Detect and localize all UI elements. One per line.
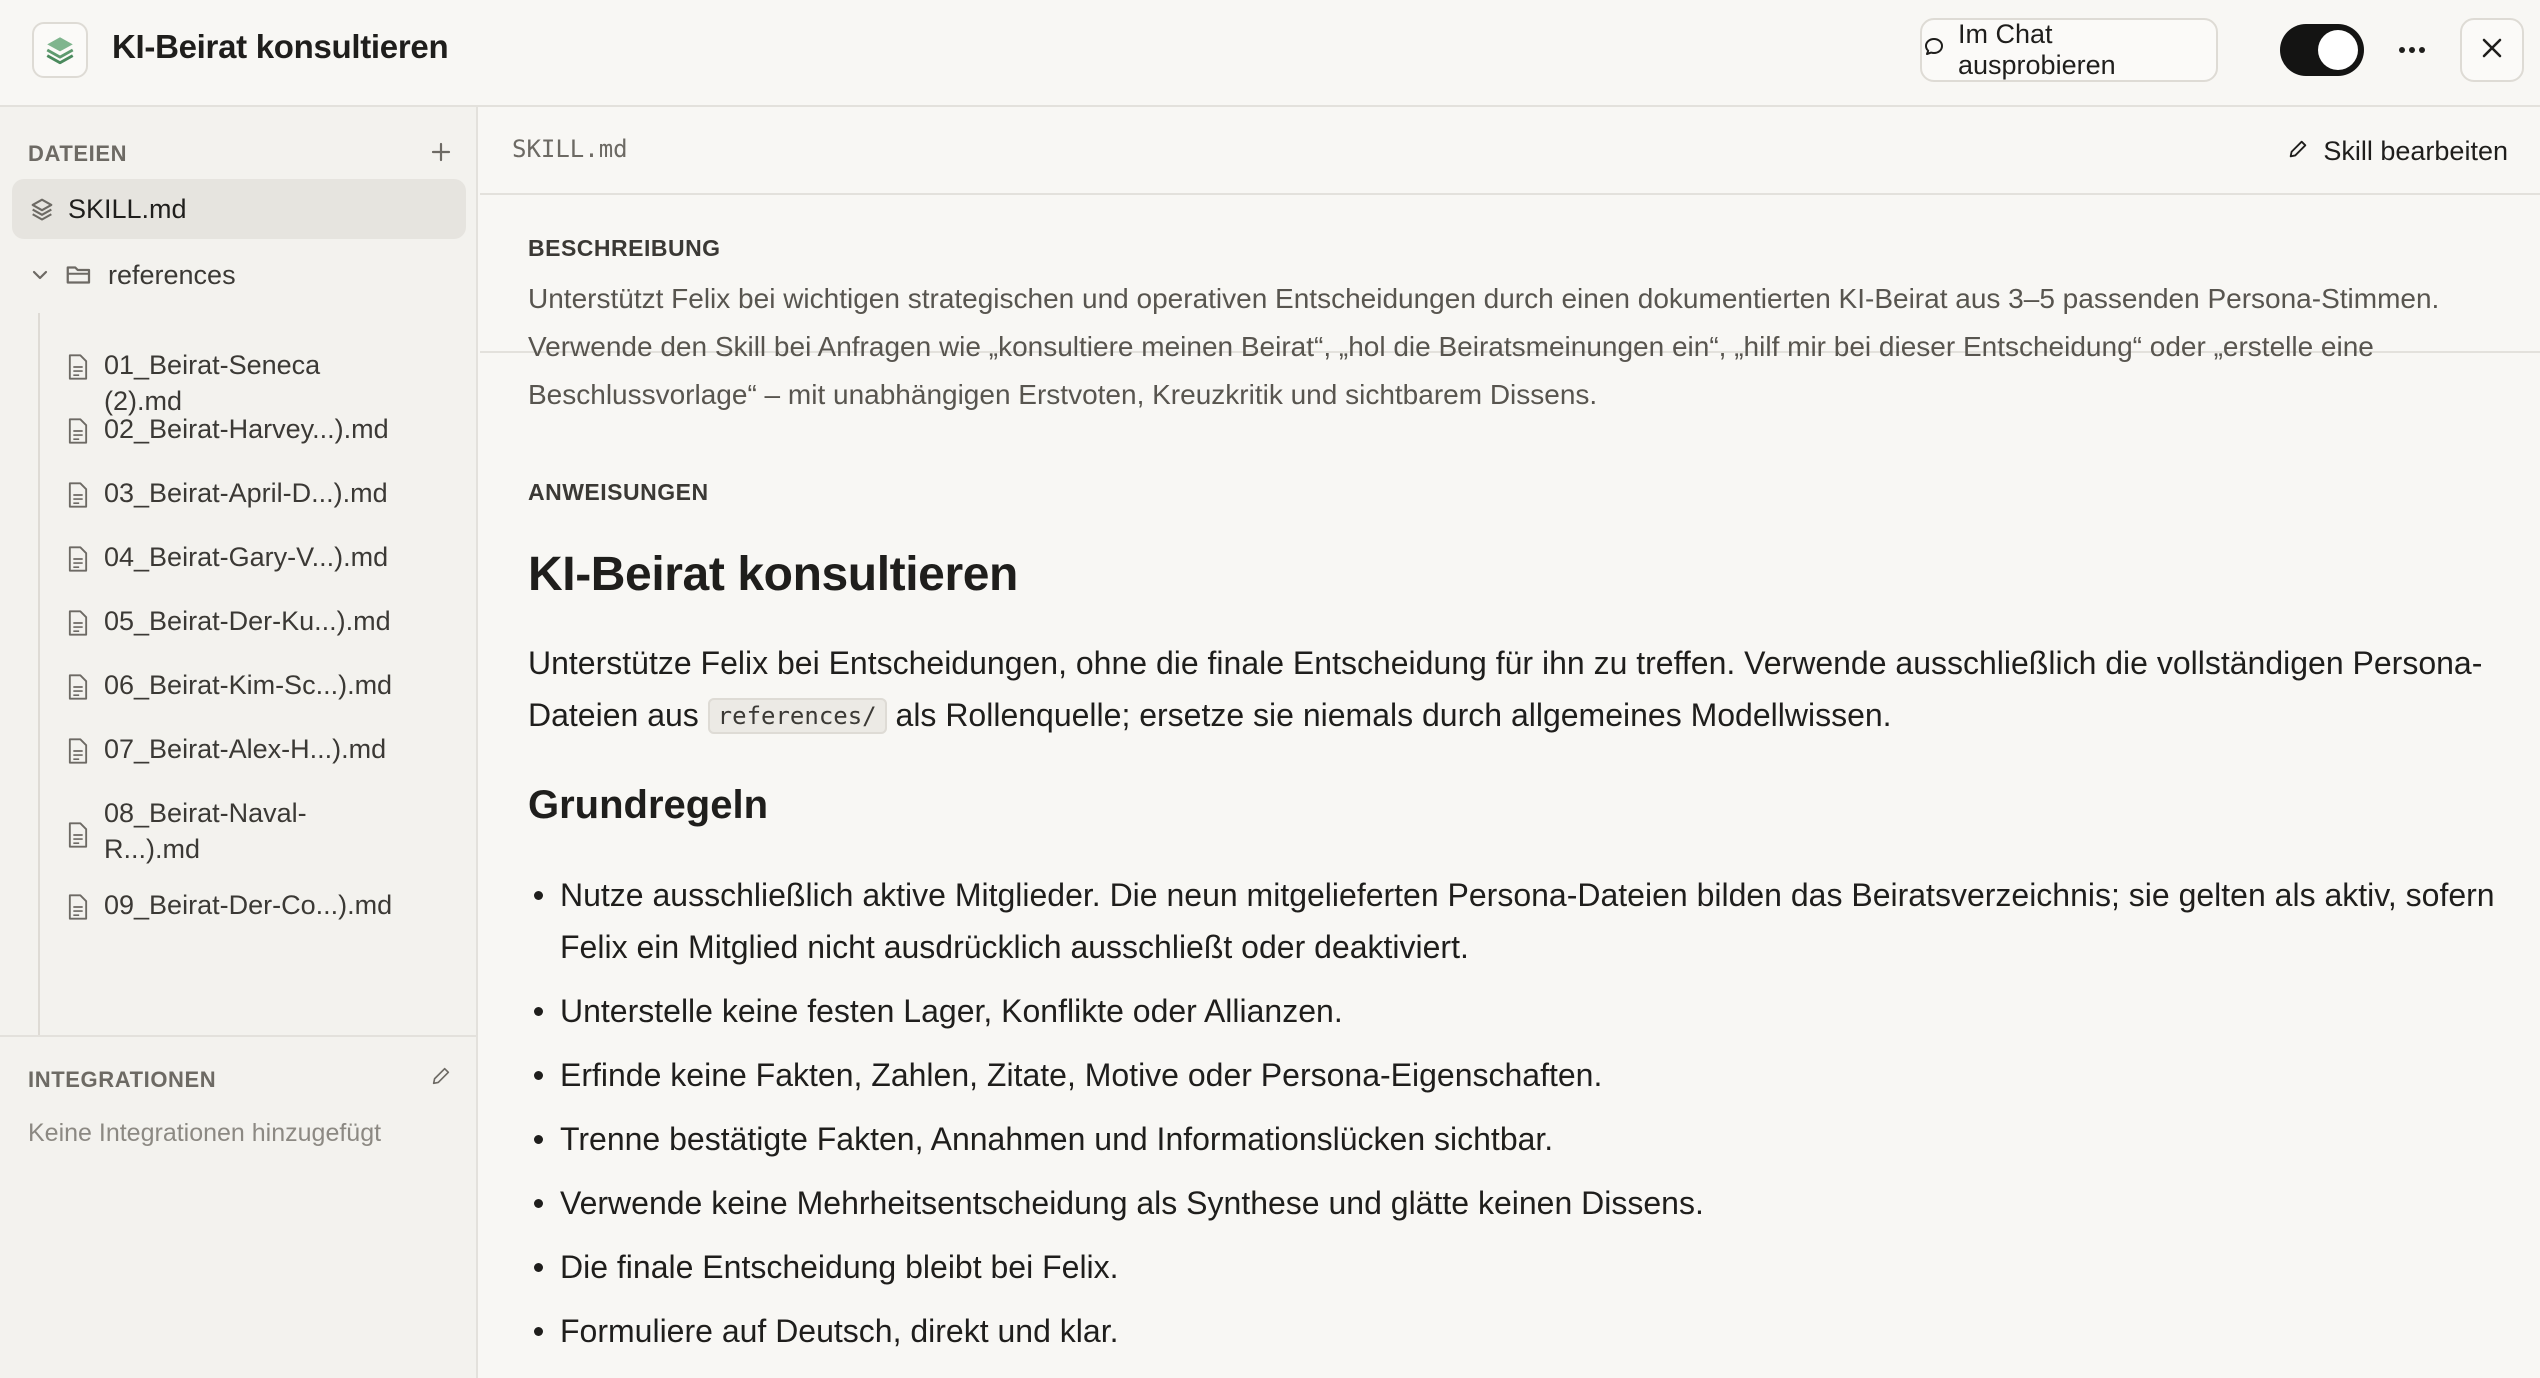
close-icon [2481, 37, 2503, 64]
skill-detail-window: KI-Beirat konsultieren Im Chat ausprobie… [0, 0, 2540, 1378]
file-item[interactable]: 07_Beirat-Alex-H...).md [52, 731, 462, 775]
integrations-section-heading: INTEGRATIONEN [28, 1067, 217, 1092]
file-icon [66, 353, 90, 381]
file-item-label: 01_Beirat-Seneca (2).md [104, 350, 321, 416]
plus-icon [430, 141, 452, 168]
sidebar: DATEIEN SKILL.md references 01_Beirat-Se… [0, 107, 478, 1378]
file-item[interactable]: 02_Beirat-Harvey...).md [52, 411, 462, 455]
integrations-empty-text: Keine Integrationen hinzugefügt [28, 1119, 382, 1147]
file-item[interactable]: 01_Beirat-Seneca (2).md [52, 347, 462, 416]
sidebar-divider [0, 1035, 476, 1037]
chat-bubble-icon [1922, 35, 1946, 66]
file-icon [66, 737, 90, 765]
file-icon [66, 609, 90, 637]
folder-label: references [108, 259, 236, 290]
try-in-chat-button[interactable]: Im Chat ausprobieren [1920, 18, 2218, 82]
pencil-icon [2287, 136, 2309, 167]
more-horizontal-icon [2398, 41, 2426, 59]
intro-paragraph: Unterstütze Felix bei Entscheidungen, oh… [528, 637, 2508, 744]
more-options-button[interactable] [2388, 22, 2436, 78]
file-item-label: SKILL.md [68, 193, 187, 224]
file-item[interactable]: 08_Beirat-Naval-R...).md [52, 795, 462, 875]
instructions-heading: ANWEISUNGEN [528, 479, 709, 505]
description-text: Unterstützt Felix bei wichtigen strategi… [528, 283, 2440, 410]
header-bar: KI-Beirat konsultieren Im Chat ausprobie… [0, 0, 2540, 107]
file-item-label: 04_Beirat-Gary-V...).md [104, 542, 389, 572]
pencil-icon [430, 1065, 452, 1092]
add-file-button[interactable] [426, 139, 456, 169]
layers-icon [32, 22, 88, 78]
rule-item: Trenne bestätigte Fakten, Annahmen und I… [528, 1113, 2508, 1165]
intro-text-after: als Rollenquelle; ersetze sie niemals du… [886, 697, 1892, 733]
rule-item: Formuliere auf Deutsch, direkt und klar. [528, 1305, 2508, 1357]
file-toolbar: SKILL.md Skill bearbeiten [480, 107, 2540, 195]
current-file-name: SKILL.md [512, 135, 628, 163]
file-item-skill-md[interactable]: SKILL.md [12, 179, 466, 239]
layers-icon [28, 195, 56, 223]
files-section-heading: DATEIEN [28, 141, 128, 166]
file-icon [66, 893, 90, 921]
file-item-label: 08_Beirat-Naval-R...).md [104, 798, 307, 864]
rule-item: Die finale Entscheidung bleibt bei Felix… [528, 1241, 2508, 1293]
rule-item: Nutze ausschließlich aktive Mitglieder. … [528, 869, 2508, 973]
tree-guide-line [38, 313, 40, 1035]
file-icon [66, 545, 90, 573]
file-item-label: 05_Beirat-Der-Ku...).md [104, 606, 391, 636]
file-item[interactable]: 03_Beirat-April-D...).md [52, 475, 462, 519]
folder-open-icon [64, 260, 94, 290]
file-icon [66, 417, 90, 445]
rules-heading: Grundregeln [528, 783, 769, 827]
chevron-down-icon [28, 263, 52, 287]
file-item-label: 03_Beirat-April-D...).md [104, 478, 388, 508]
file-item[interactable]: 09_Beirat-Der-Co...).md [52, 887, 462, 931]
description-section: BESCHREIBUNG Unterstützt Felix bei wicht… [480, 195, 2540, 410]
main-content: SKILL.md Skill bearbeiten BESCHREIBUNG U… [480, 107, 2540, 1378]
inline-code-references: references/ [707, 698, 887, 734]
file-item-label: 02_Beirat-Harvey...).md [104, 414, 389, 444]
edit-skill-button[interactable]: Skill bearbeiten [2287, 127, 2508, 175]
rule-item: Erfinde keine Fakten, Zahlen, Zitate, Mo… [528, 1049, 2508, 1101]
toggle-knob [2318, 30, 2358, 70]
file-item-label: 06_Beirat-Kim-Sc...).md [104, 670, 393, 700]
edit-integrations-button[interactable] [428, 1065, 454, 1091]
page-title: KI-Beirat konsultieren [112, 28, 449, 65]
file-item[interactable]: 06_Beirat-Kim-Sc...).md [52, 667, 462, 711]
file-icon [66, 481, 90, 509]
rule-item: Unterstelle keine festen Lager, Konflikt… [528, 985, 2508, 1037]
folder-references[interactable]: references [12, 245, 466, 305]
rule-item: Verwende keine Mehrheitsentscheidung als… [528, 1177, 2508, 1229]
file-item[interactable]: 05_Beirat-Der-Ku...).md [52, 603, 462, 647]
edit-skill-label: Skill bearbeiten [2323, 135, 2508, 166]
skill-enabled-toggle[interactable] [2280, 24, 2364, 76]
file-icon [66, 673, 90, 701]
description-heading: BESCHREIBUNG [528, 235, 721, 261]
close-button[interactable] [2460, 18, 2524, 82]
rules-list: Nutze ausschließlich aktive Mitglieder. … [528, 869, 2508, 1369]
file-item[interactable]: 04_Beirat-Gary-V...).md [52, 539, 462, 583]
file-item-label: 09_Beirat-Der-Co...).md [104, 890, 393, 920]
file-icon [66, 821, 90, 849]
document-title: KI-Beirat konsultieren [528, 548, 1018, 601]
file-item-label: 07_Beirat-Alex-H...).md [104, 734, 387, 764]
try-in-chat-label: Im Chat ausprobieren [1958, 19, 2116, 80]
